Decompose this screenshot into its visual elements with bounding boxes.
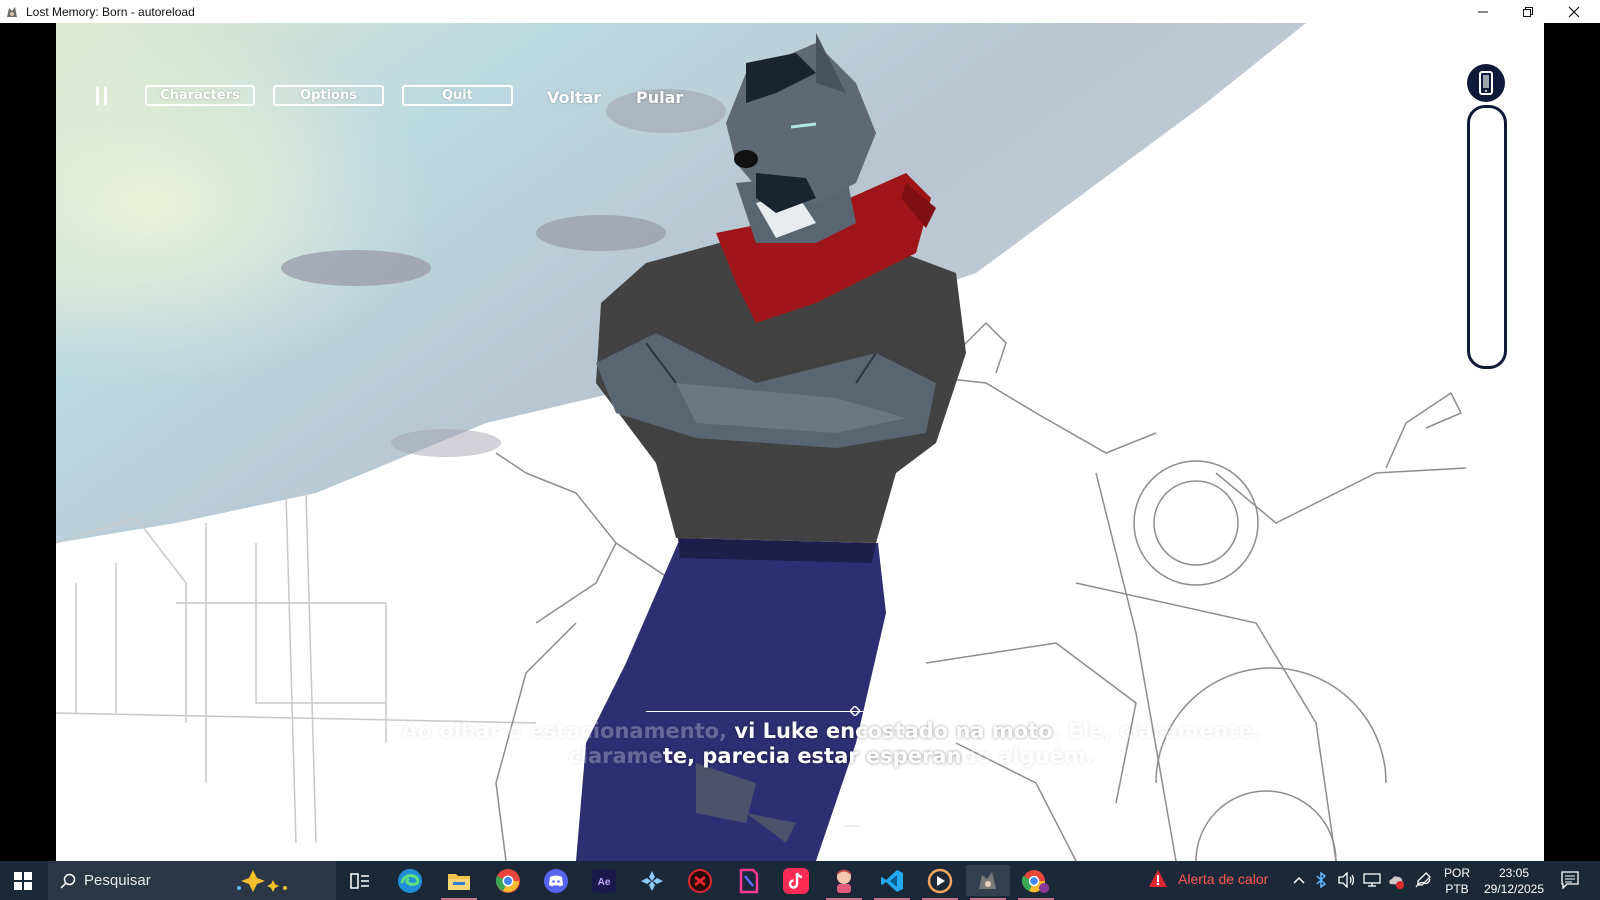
pause-button[interactable] [94, 86, 110, 106]
tiktok-button[interactable] [774, 865, 818, 896]
svg-text:Ae: Ae [598, 877, 611, 888]
taskbar: Pesquisar Ae Alerta de calor POR PTB 23:… [0, 861, 1600, 900]
app-icon [5, 5, 19, 19]
game-controller-icon [641, 870, 663, 891]
character-app-button[interactable] [822, 865, 866, 900]
after-effects-icon: Ae [592, 868, 616, 893]
volume-icon[interactable] [1338, 872, 1356, 888]
task-view-icon [350, 872, 369, 889]
options-button[interactable]: Options [273, 85, 384, 106]
game-app-icon [979, 871, 996, 889]
window-title-bar: Lost Memory: Born - autoreload [0, 0, 1600, 23]
pen-menu-icon[interactable] [1414, 871, 1432, 889]
skip-button[interactable]: Pular [636, 88, 683, 107]
character-app-icon [837, 869, 851, 893]
chrome-profile-button[interactable] [1014, 865, 1058, 900]
clock-time: 23:05 [1498, 866, 1530, 880]
vscode-button[interactable] [870, 865, 914, 900]
close-icon [1568, 6, 1580, 17]
phone-panel[interactable] [1467, 105, 1507, 369]
file-explorer-icon [448, 873, 470, 890]
heat-alert-text: Alerta de calor [1178, 871, 1269, 887]
pause-icon [96, 86, 99, 106]
start-button[interactable] [0, 861, 46, 900]
input-language[interactable]: POR PTB [1440, 865, 1474, 897]
network-icon[interactable] [1363, 873, 1381, 887]
heat-alert-widget[interactable]: Alerta de calor [1148, 869, 1268, 889]
app-pink-button[interactable] [726, 865, 770, 896]
diamond-icon [850, 706, 860, 716]
restore-icon [1523, 6, 1533, 17]
tiktok-icon [783, 867, 809, 894]
media-player-button[interactable] [918, 865, 962, 900]
bluetooth-icon[interactable] [1316, 872, 1326, 888]
edge-icon [398, 868, 422, 893]
dialogue-divider [646, 711, 938, 712]
app-red-circle-button[interactable] [678, 865, 722, 896]
clock[interactable]: 23:05 29/12/2025 [1478, 865, 1550, 897]
restore-button[interactable] [1505, 0, 1551, 23]
media-player-icon [927, 868, 953, 893]
advance-indicator-icon[interactable] [841, 816, 863, 838]
app-pink-icon [739, 868, 759, 893]
task-view-button[interactable] [338, 865, 382, 896]
chrome-icon [495, 868, 520, 893]
game-viewport[interactable]: Characters Options Quit Voltar Pular Ao … [56, 23, 1544, 861]
phone-icon [1479, 71, 1493, 95]
characters-button[interactable]: Characters [145, 85, 255, 106]
vscode-icon [881, 869, 903, 892]
minimize-button[interactable] [1460, 0, 1506, 23]
minimize-icon [1478, 11, 1488, 12]
dialogue-line-1-visible: vi Luke encostado na moto [734, 719, 1053, 743]
discord-icon [544, 868, 568, 893]
language-code: POR [1443, 866, 1470, 880]
taskbar-search[interactable]: Pesquisar [48, 861, 336, 900]
phone-button[interactable] [1467, 64, 1505, 102]
show-hidden-icons-chevron-icon[interactable] [1293, 876, 1305, 884]
onedrive-sync-icon[interactable] [1387, 872, 1405, 890]
close-button[interactable] [1551, 0, 1597, 23]
dialogue-line-1: Ao olhar o estacionamento, vi Luke encos… [401, 719, 1261, 743]
dialogue-line-2-visible: te, parecia estar esperan [662, 744, 962, 768]
dialogue-box[interactable]: Ao olhar o estacionamento, vi Luke encos… [316, 719, 1346, 769]
game-controller-button[interactable] [630, 865, 674, 896]
discord-button[interactable] [534, 865, 578, 896]
quit-button[interactable]: Quit [402, 85, 513, 106]
search-placeholder: Pesquisar [84, 872, 151, 889]
edge-button[interactable] [388, 865, 432, 896]
app-red-circle-icon [688, 868, 712, 893]
clock-date: 29/12/2025 [1483, 882, 1545, 896]
chrome-button[interactable] [486, 865, 530, 896]
after-effects-button[interactable]: Ae [582, 865, 626, 896]
notifications-icon[interactable] [1561, 871, 1579, 889]
file-explorer-button[interactable] [437, 865, 481, 900]
windows-logo-icon [14, 871, 32, 890]
keyboard-layout-code: PTB [1445, 882, 1469, 896]
back-button[interactable]: Voltar [547, 88, 601, 107]
search-icon [60, 873, 76, 889]
chrome-profile-icon [1022, 869, 1049, 893]
game-app-button[interactable] [966, 865, 1010, 900]
thermometer-alert-icon [1149, 870, 1167, 887]
dialogue-line-2: claramete, parecia estar esperando algué… [568, 744, 1094, 768]
search-highlight-icon [236, 869, 287, 892]
window-title: Lost Memory: Born - autoreload [26, 4, 195, 19]
